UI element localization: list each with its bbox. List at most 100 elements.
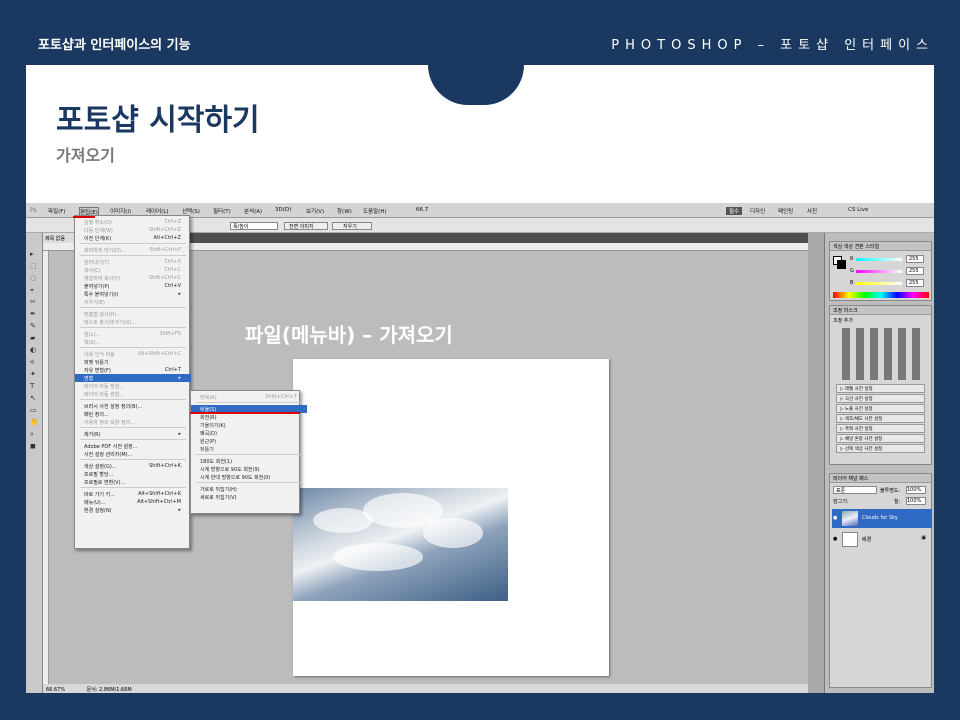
edit_menu-item[interactable]: 사용자 정의 모양 정의...	[75, 418, 191, 426]
layer-background[interactable]: ● 배경 ▣	[832, 530, 932, 549]
essentials-button[interactable]: 필수	[726, 207, 743, 215]
tool-5-icon[interactable]: ✒	[30, 311, 39, 318]
transform_menu-item[interactable]: 세로로 뒤집기(V)	[191, 493, 307, 501]
status-zoom[interactable]: 66.67%	[46, 687, 65, 693]
transform_menu-item[interactable]: 180도 회전(1)	[191, 457, 307, 465]
front-image-button[interactable]: 전면 이미지	[284, 222, 328, 230]
menu-10[interactable]: 도움말(H)	[363, 207, 387, 215]
tool-12-icon[interactable]: ↖	[30, 395, 39, 402]
adjust-preset-item[interactable]: ▷ 색조/채도 사전 설정	[836, 414, 925, 423]
tool-14-icon[interactable]: ✋	[30, 419, 39, 426]
blend-mode-select[interactable]: 표준	[833, 486, 877, 494]
edit_menu-item[interactable]: 다음 단계(W) Shift+Ctrl+Z	[75, 226, 191, 234]
edit_menu-item[interactable]: 메뉴(U)... Alt+Shift+Ctrl+M	[75, 498, 191, 506]
tool-1-icon[interactable]: ⬚	[30, 263, 39, 270]
photo-button[interactable]: 사진	[807, 207, 817, 215]
edit_menu-item[interactable]: 브러시 사전 설정 정의(B)...	[75, 402, 191, 410]
eye-icon[interactable]: ●	[833, 515, 837, 521]
adjust-preset-item[interactable]: ▷ 흑백 사전 설정	[836, 424, 925, 433]
transform_menu-item[interactable]: 왜곡(D)	[191, 429, 307, 437]
adjust-preset-item[interactable]: ▷ 노출 사전 설정	[836, 404, 925, 413]
adjust-preset-item[interactable]: ▷ 곡선 사전 설정	[836, 394, 925, 403]
transform_menu-item[interactable]: 시계 방향으로 90도 회전(9)	[191, 465, 307, 473]
clouds-image[interactable]	[293, 488, 508, 601]
menu-0[interactable]: 파일(F)	[48, 207, 66, 215]
edit_menu-item[interactable]: 변형 ▸	[75, 374, 191, 382]
edit_menu-item[interactable]: 희미하게 하기(D)... Shift+Ctrl+F	[75, 246, 191, 254]
menu-4[interactable]: 선택(S)	[182, 207, 200, 215]
b-value[interactable]: 255	[906, 279, 924, 287]
edit_menu-item[interactable]: 프로필 할당...	[75, 470, 191, 478]
edit_menu-item[interactable]: 환경 설정(N) ▸	[75, 506, 191, 514]
adjust-panel-tabs[interactable]: 조정 마스크	[830, 306, 931, 315]
edit_menu-item[interactable]: 획(S)...	[75, 338, 191, 346]
layer-clouds[interactable]: ● Clouds for Sky	[832, 509, 932, 528]
edit_menu-item[interactable]: 제거(R) ▸	[75, 430, 191, 438]
edit_menu-item[interactable]: 복사(C) Ctrl+C	[75, 266, 191, 274]
tool-4-icon[interactable]: ✂	[30, 299, 39, 306]
transform_menu-item[interactable]: 회전(R)	[191, 413, 307, 421]
tool-15-icon[interactable]: ⌕	[30, 431, 39, 438]
menu-5[interactable]: 필터(T)	[213, 207, 231, 215]
edit_menu-item[interactable]: 칠(L)... Shift+F5	[75, 330, 191, 338]
style-select[interactable]: 폭/높이	[230, 222, 278, 230]
adjust-preset-item[interactable]: ▷ 채널 혼합 사전 설정	[836, 434, 925, 443]
menu-7[interactable]: 3D(D)	[275, 207, 291, 213]
menu-2[interactable]: 이미지(I)	[110, 207, 131, 215]
tool-8-icon[interactable]: ◐	[30, 347, 39, 354]
tool-3-icon[interactable]: ⌖	[30, 287, 39, 294]
tool-9-icon[interactable]: ⟡	[30, 359, 39, 366]
tool-7-icon[interactable]: ▰	[30, 335, 39, 342]
tool-16-icon[interactable]: ◼	[30, 443, 39, 450]
edit_menu-item[interactable]: 패턴 정의...	[75, 410, 191, 418]
edit_menu-item[interactable]: 맞춤법 검사(H)...	[75, 310, 191, 318]
adjust-preset-item[interactable]: ▷ 레벨 사전 설정	[836, 384, 925, 393]
menu-8[interactable]: 보기(V)	[306, 207, 324, 215]
edit_menu-item[interactable]: 사전 설정 관리자(M)...	[75, 450, 191, 458]
edit_menu-item[interactable]: 텍스트 찾기/바꾸기(X)...	[75, 318, 191, 326]
fill-value[interactable]: 100%	[906, 497, 926, 505]
menu-9[interactable]: 창(W)	[337, 207, 352, 215]
tool-11-icon[interactable]: T	[30, 383, 39, 390]
edit_menu-item[interactable]: 병합하여 복사(Y) Shift+Ctrl+C	[75, 274, 191, 282]
transform_menu-item[interactable]: 원근(P)	[191, 437, 307, 445]
edit_menu-item[interactable]: 레이어 자동 혼합...	[75, 390, 191, 398]
color-panel-tabs[interactable]: 색상 색상 견본 스타일	[830, 242, 931, 251]
tool-10-icon[interactable]: ✦	[30, 371, 39, 378]
menu-6[interactable]: 분석(A)	[244, 207, 262, 215]
transform_menu-item[interactable]: 뒤틀기	[191, 445, 307, 453]
edit_menu-item[interactable]: 이전 단계(K) Alt+Ctrl+Z	[75, 234, 191, 242]
paint-button[interactable]: 페인팅	[778, 207, 793, 215]
eye-icon[interactable]: ●	[833, 536, 837, 542]
edit_menu-item[interactable]: 내용 인식 비율 Alt+Shift+Ctrl+C	[75, 350, 191, 358]
tool-13-icon[interactable]: ▭	[30, 407, 39, 414]
edit_menu-item[interactable]: 지우기(E)	[75, 298, 191, 306]
menu-3[interactable]: 레이어(L)	[146, 207, 169, 215]
edit_menu-item[interactable]: 색상 설정(G)... Shift+Ctrl+K	[75, 462, 191, 470]
zoom-value[interactable]: 66.7	[416, 207, 428, 213]
adjust-preset-item[interactable]: ▷ 선택 색상 사전 설정	[836, 444, 925, 453]
edit_menu-item[interactable]: 붙여넣기(P) Ctrl+V	[75, 282, 191, 290]
edit_menu-item[interactable]: 자유 변형(F) Ctrl+T	[75, 366, 191, 374]
transform_menu-item[interactable]: 기울이기(K)	[191, 421, 307, 429]
cslive-button[interactable]: CS Live	[848, 207, 868, 213]
edit_menu-item[interactable]: Adobe PDF 사전 설정...	[75, 442, 191, 450]
design-button[interactable]: 디자인	[750, 207, 765, 215]
transform_menu-item[interactable]: 가로로 뒤집기(H)	[191, 485, 307, 493]
edit_menu-item[interactable]: 잘라내기(T) Ctrl+X	[75, 258, 191, 266]
color-spectrum[interactable]	[833, 292, 929, 298]
edit_menu-item[interactable]: 퍼펫 뒤틀기	[75, 358, 191, 366]
tool-0-icon[interactable]: ▸	[30, 251, 39, 258]
edit_menu-item[interactable]: 특수 붙여넣기(I) ▸	[75, 290, 191, 298]
clear-button[interactable]: 지우기	[332, 222, 372, 230]
edit_menu-item[interactable]: 레이어 자동 정렬...	[75, 382, 191, 390]
tool-6-icon[interactable]: ✎	[30, 323, 39, 330]
opacity-value[interactable]: 100%	[906, 486, 926, 494]
layers-panel-tabs[interactable]: 레이어 채널 패스	[830, 474, 931, 483]
g-value[interactable]: 255	[906, 267, 924, 275]
background-swatch[interactable]	[837, 260, 846, 269]
edit_menu-item[interactable]: 바로 가기 키... Alt+Shift+Ctrl+K	[75, 490, 191, 498]
transform_menu-item[interactable]: 반복(A) Shift+Ctrl+T	[191, 393, 307, 401]
r-value[interactable]: 255	[906, 255, 924, 263]
edit_menu-item[interactable]: 프로필로 변환(V)...	[75, 478, 191, 486]
